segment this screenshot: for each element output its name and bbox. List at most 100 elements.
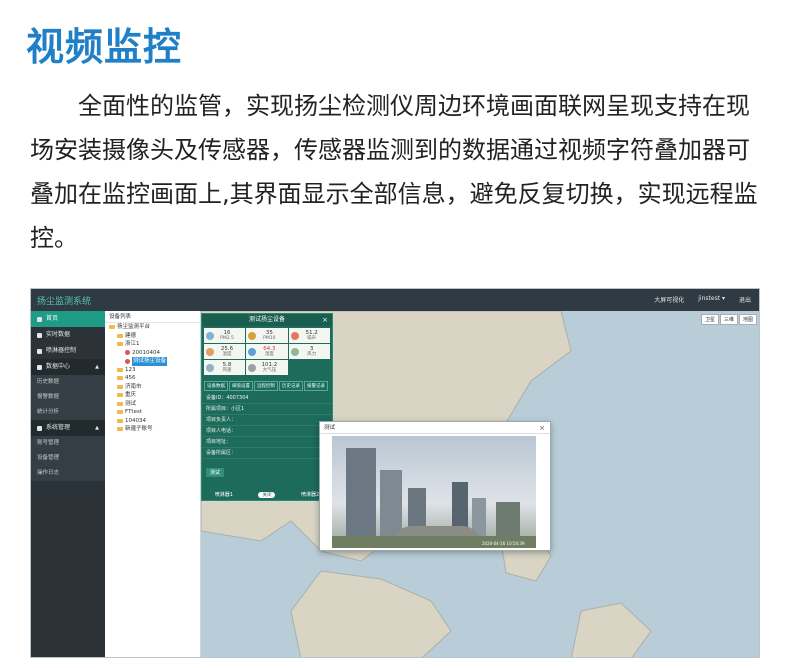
sidebar-item[interactable]: 系统管理 ▲ [31,420,105,436]
folder-icon [117,401,123,406]
tree-node[interactable]: 扬尘监测平台 [105,323,200,332]
building [346,448,376,548]
top-menu-item[interactable]: jinstest ▾ [698,295,725,304]
sidebar-item-label: 实时数据 [46,331,71,338]
video-window-header: 测试 × [320,422,550,434]
tree-node[interactable]: 浙江1 [105,340,200,349]
sensor-tile: 3 风力 [288,344,330,359]
sensor-grid: 16 PM2.5 35 PM10 51.2 噪声 25.6 温度 64.3 湿度 3 风力 5.8 风速 1… [202,326,332,377]
folder-icon [117,418,123,423]
sidebar-item-label: 报警数据 [37,394,60,400]
device-info-row: 所属项目：小区1 [202,404,332,415]
sensor-icon [206,331,214,340]
video-timestamp: 2020-04-16 10:54:39 [482,541,525,546]
top-menu-item[interactable]: 退出 [739,295,751,304]
sidebar-item[interactable]: 报警数据 [31,390,105,405]
device-info-row: 设备所属区： [202,448,332,459]
sensor-icon [206,347,214,356]
device-info-row: 设备ID：4007304 [202,393,332,404]
tree-node[interactable]: 建德 [105,332,200,341]
device-tree: 设备列表 扬尘监测平台 建德 浙江1 20010404 测试扬尘设备 123 456 济南市重… [105,311,201,657]
sidebar-item-label: 喷淋器控制 [46,347,77,354]
sidebar-item-label: 系统管理 [46,424,71,431]
panel-tab[interactable]: 历史记录 [279,381,303,391]
sensor-tile: 64.3 湿度 [246,344,288,359]
tree-node-label: 测试扬尘设备 [132,357,168,366]
sensor-tile: 51.2 噪声 [288,328,330,343]
sidebar-item[interactable]: 实时数据 [31,327,105,343]
sidebar-item-label: 账号管理 [37,440,60,446]
device-icon [125,358,130,364]
folder-icon [109,325,115,330]
sidebar-item-label: 操作日志 [37,470,60,476]
panel-tab[interactable]: 远程控制 [254,381,278,391]
tree-node[interactable]: 重庆 [105,391,200,400]
map-type-button[interactable]: 地图 [738,314,757,325]
folder-icon [117,393,123,398]
sidebar-item[interactable]: 账号管理 [31,436,105,451]
tree-node-label: 济南市 [125,383,142,390]
tree-node[interactable]: 123 [105,366,200,375]
sidebar-item-label: 统计分析 [37,409,60,415]
folder-icon [117,376,123,381]
sidebar-item[interactable]: 历史数据 [31,375,105,390]
menu-icon [37,425,42,431]
sidebar-item[interactable]: 统计分析 [31,405,105,420]
tree-node-label: FTtest [125,409,142,415]
sidebar-item-label: 数据中心 [46,363,71,370]
sensor-label: 噪声 [307,336,317,341]
top-bar: 扬尘监测系统 大屏可视化 jinstest ▾ 退出 [31,289,759,311]
panel-title-text: 测试扬尘设备 [248,316,285,323]
tree-node[interactable]: 104034 [105,417,200,426]
sidebar-item[interactable]: 数据中心 ▲ [31,359,105,375]
panel-tab[interactable]: 报警记录 [304,381,328,391]
sensor-label: PM10 [263,336,276,341]
sensor-icon [206,363,214,372]
tree-node[interactable]: 测试 [105,400,200,409]
sidebar: 首页 实时数据 喷淋器控制 数据中心 ▲ 历史数据 报警数据 统计分析 系统管理 ▲ 账号管理 设备管… [31,311,105,657]
map-type-button[interactable]: 三维 [719,314,738,325]
panel-title: 测试扬尘设备 × [202,314,332,326]
folder-icon [117,367,123,372]
sprinkler-controls: 喷淋器1 关闭 喷淋器2 [202,491,332,498]
close-icon[interactable]: × [322,314,328,326]
top-menu-item[interactable]: 大屏可视化 [654,295,684,304]
menu-icon [37,348,42,354]
panel-tab[interactable]: 设备数据 [204,381,228,391]
video-feed: 2020-04-16 10:54:39 [332,436,536,548]
top-right-menu: 大屏可视化 jinstest ▾ 退出 [654,295,751,304]
panel-tab[interactable]: 阈值设置 [229,381,253,391]
map-type-button[interactable]: 卫星 [700,314,719,325]
device-info-panel: 测试扬尘设备 × 16 PM2.5 35 PM10 51.2 噪声 25.6 温度 64.3 湿度… [201,313,333,501]
sidebar-item[interactable]: 操作日志 [31,466,105,481]
tree-node-label: 456 [125,375,136,381]
close-icon[interactable]: × [539,422,545,434]
folder-icon [117,410,123,415]
sensor-icon [248,347,257,356]
device-info-row: 项目地址： [202,437,332,448]
sidebar-item[interactable]: 首页 [31,311,105,327]
sensor-label: 大气压 [262,368,277,373]
folder-icon [117,427,123,432]
tree-node[interactable]: 456 [105,374,200,383]
sensor-icon [290,347,299,356]
tree-node[interactable]: 测试扬尘设备 [105,357,200,366]
folder-icon [117,333,123,338]
tree-node[interactable]: 新疆子账号 [105,425,200,434]
tree-node-label: 20010404 [132,349,160,356]
test-button[interactable]: 测试 [206,468,225,477]
sprinkler-toggle[interactable]: 关闭 [258,491,276,498]
sensor-label: 温度 [222,352,232,357]
sidebar-item[interactable]: 喷淋器控制 [31,343,105,359]
tree-node[interactable]: 20010404 [105,349,200,358]
sensor-icon [248,363,257,372]
video-window-title: 测试 [324,425,336,431]
tree-node[interactable]: FTtest [105,408,200,417]
page-title: 视频监控 [26,25,183,69]
video-window[interactable]: 测试 × 2020-04-16 10:54:39 [319,421,551,551]
description-paragraph: 全面性的监管，实现扬尘检测仪周边环境画面联网呈现支持在现场安装摄像头及传感器，传… [30,92,758,252]
map-type-toolbar: 卫星 三维 地图 [700,314,757,325]
tree-node[interactable]: 济南市 [105,383,200,392]
chevron-up-icon: ▲ [95,425,99,431]
sidebar-item[interactable]: 设备管理 [31,451,105,466]
